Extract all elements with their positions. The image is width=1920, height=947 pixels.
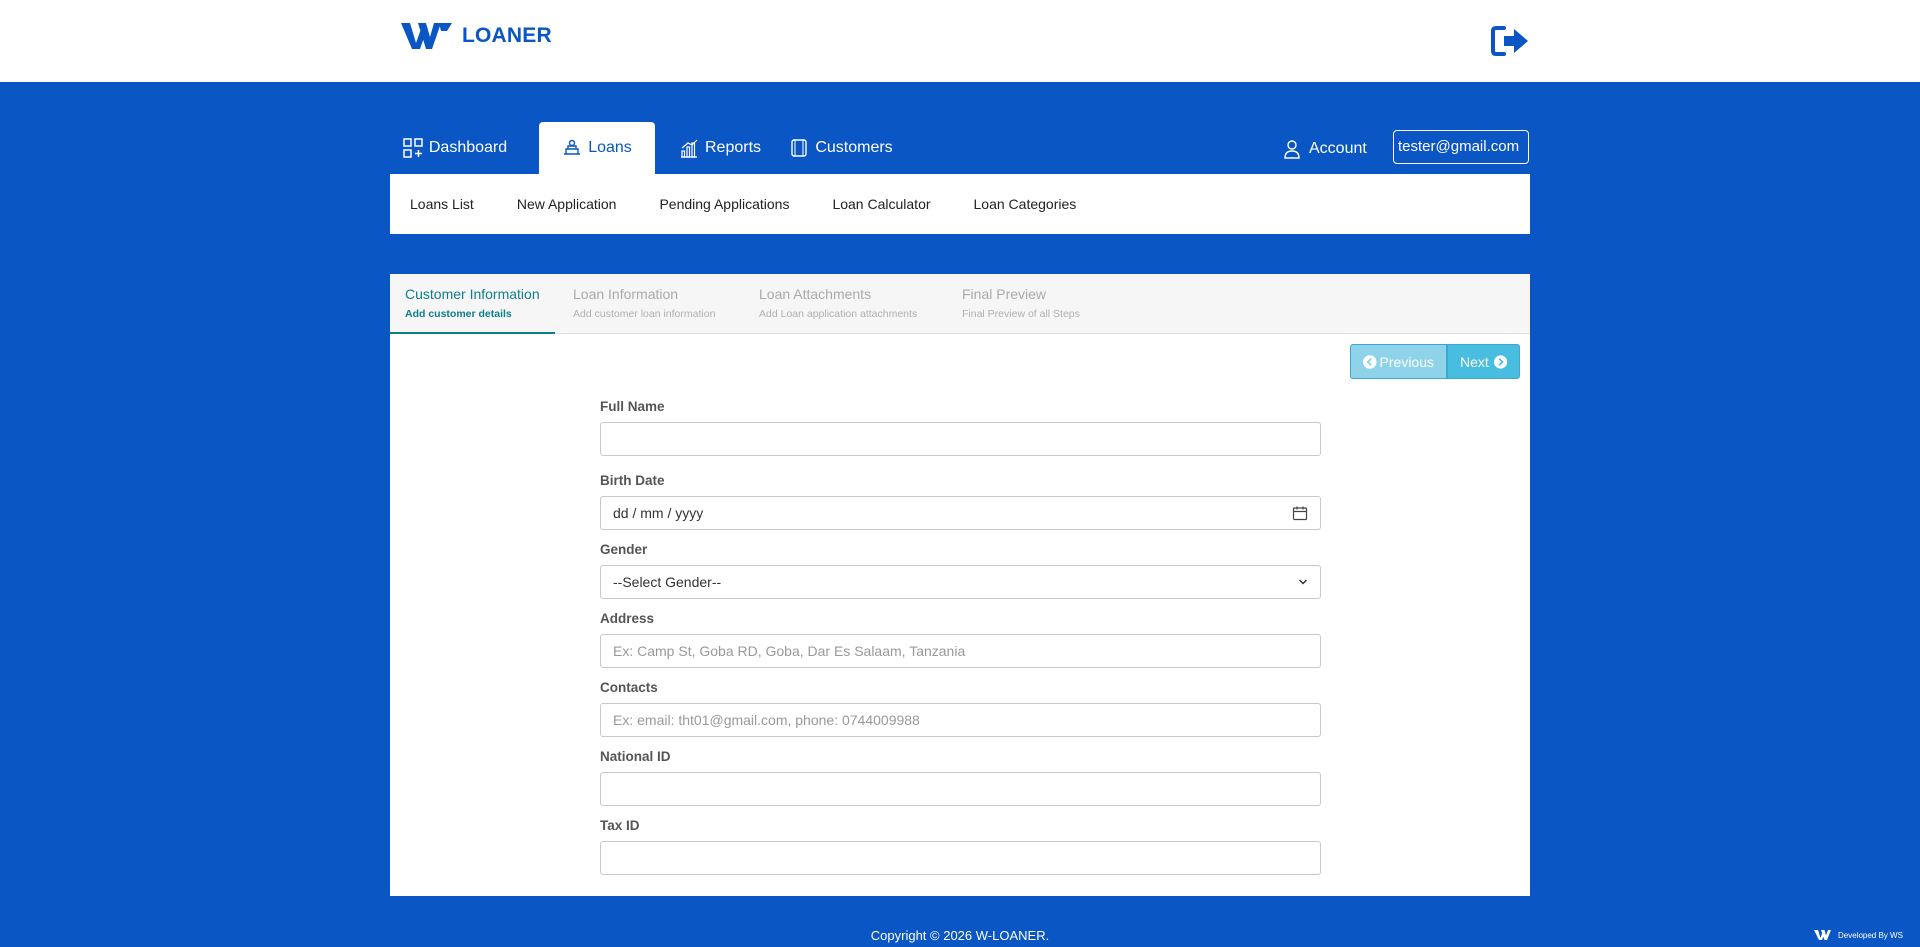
tax-id-input[interactable]	[600, 841, 1321, 875]
step-title: Loan Information	[573, 286, 679, 302]
address-input[interactable]	[600, 634, 1321, 668]
step-title: Final Preview	[962, 286, 1047, 302]
wizard-steps: Customer Information Add customer detail…	[390, 274, 1530, 334]
step-subtitle: Add customer loan information	[573, 308, 716, 320]
previous-button[interactable]: Previous	[1350, 344, 1447, 379]
top-header: LOANER	[0, 0, 1920, 82]
birth-date-label: Birth Date	[600, 473, 665, 488]
copyright-text: Copyright © 2026 W-LOANER.	[870, 928, 1050, 943]
step-final-preview[interactable]: Final Preview Final Preview of all Steps	[962, 274, 1112, 334]
national-id-input[interactable]	[600, 772, 1321, 806]
full-name-input[interactable]	[600, 422, 1321, 456]
ws-logo-icon	[1814, 930, 1831, 940]
step-subtitle: Final Preview of all Steps	[962, 308, 1080, 320]
tab-loans[interactable]: Loans	[539, 122, 655, 174]
step-title: Customer Information	[405, 286, 540, 302]
birth-date-input[interactable]: dd / mm / yyyy	[600, 496, 1321, 530]
tax-id-label: Tax ID	[600, 818, 640, 833]
tab-reports-label: Reports	[704, 139, 762, 156]
previous-label: Previous	[1379, 353, 1434, 370]
sub-nav: Loans List New Application Pending Appli…	[390, 174, 1530, 234]
tab-reports[interactable]: Reports	[670, 122, 770, 174]
application-wizard-card: Customer Information Add customer detail…	[390, 274, 1530, 896]
brand[interactable]: LOANER	[401, 20, 552, 52]
brand-name: LOANER	[462, 24, 552, 47]
tab-loans-label: Loans	[588, 139, 632, 156]
main-nav: Dashboard Loans Reports Customers Accoun…	[390, 122, 1530, 174]
contacts-input[interactable]	[600, 703, 1321, 737]
address-label: Address	[600, 611, 655, 626]
tab-customers-label: Customers	[815, 139, 893, 156]
step-subtitle: Add customer details	[405, 308, 512, 320]
step-customer-information[interactable]: Customer Information Add customer detail…	[390, 274, 555, 334]
subnav-loan-categories[interactable]: Loan Categories	[974, 196, 1077, 212]
subnav-loan-calculator[interactable]: Loan Calculator	[832, 196, 930, 212]
contacts-label: Contacts	[600, 680, 658, 695]
birth-date-value: dd / mm / yyyy	[613, 505, 704, 521]
tab-dashboard[interactable]: Dashboard	[390, 122, 520, 174]
logout-button[interactable]	[1490, 24, 1530, 58]
bar-chart-icon	[680, 139, 698, 158]
step-loan-information[interactable]: Loan Information Add customer loan infor…	[573, 274, 743, 334]
arrow-left-circle-icon	[1363, 354, 1377, 369]
loan-icon	[564, 139, 581, 155]
user-email-field[interactable]: tester@gmail.com	[1393, 130, 1529, 164]
step-loan-attachments[interactable]: Loan Attachments Add Loan application at…	[759, 274, 944, 334]
gender-label: Gender	[600, 542, 648, 557]
tab-customers[interactable]: Customers	[785, 122, 897, 174]
full-name-label: Full Name	[600, 399, 665, 414]
calendar-icon[interactable]	[1292, 505, 1308, 521]
wizard-nav-buttons: Previous Next	[1350, 344, 1520, 379]
arrow-right-circle-icon	[1493, 354, 1507, 369]
chevron-down-icon	[1298, 579, 1308, 585]
logout-icon	[1491, 26, 1528, 56]
gender-selected-value: --Select Gender--	[613, 574, 722, 590]
subnav-new-application[interactable]: New Application	[517, 196, 617, 212]
step-title: Loan Attachments	[759, 286, 872, 302]
developed-by-label: Developed By WS	[1838, 930, 1903, 940]
developed-by[interactable]: Developed By WS	[1814, 929, 1903, 941]
customers-icon	[791, 139, 808, 157]
account-link[interactable]: Account	[1283, 134, 1367, 164]
w-logo-icon	[401, 23, 452, 49]
tab-dashboard-label: Dashboard	[428, 139, 508, 156]
grid-icon	[403, 138, 423, 158]
next-button[interactable]: Next	[1447, 344, 1520, 379]
national-id-label: National ID	[600, 749, 671, 764]
step-subtitle: Add Loan application attachments	[759, 308, 918, 320]
next-label: Next	[1460, 353, 1489, 370]
account-icon	[1284, 140, 1300, 159]
subnav-loans-list[interactable]: Loans List	[410, 196, 474, 212]
subnav-pending-applications[interactable]: Pending Applications	[659, 196, 789, 212]
account-label: Account	[1309, 140, 1367, 157]
gender-select[interactable]: --Select Gender--	[600, 565, 1321, 599]
